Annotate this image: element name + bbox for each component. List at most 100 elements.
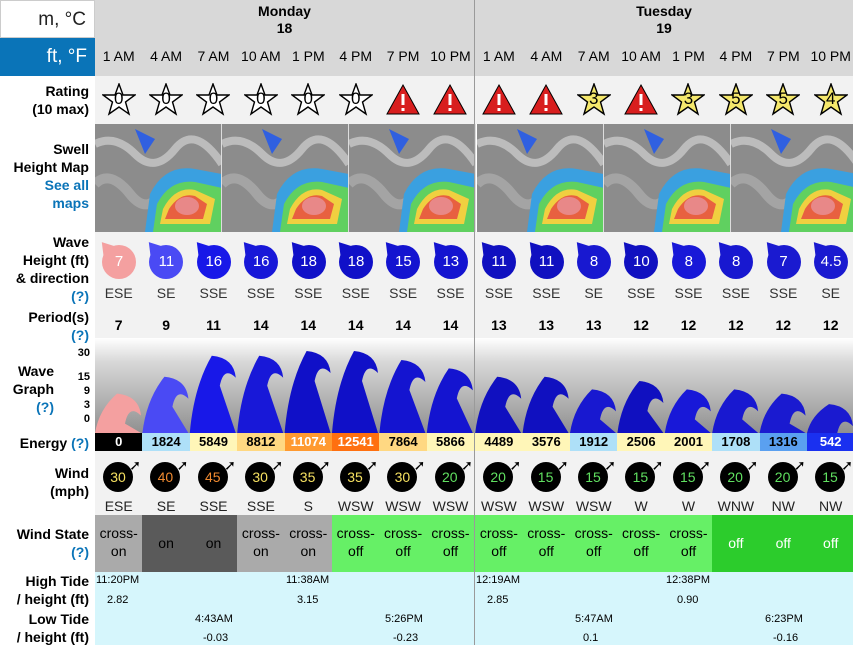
wave-graph-label-text: Wave — [17, 363, 54, 379]
see-all-maps-link[interactable]: See all — [0, 176, 89, 194]
wave-direction-label: SE — [584, 285, 604, 301]
wind-speed-badge: 45 ➚ — [197, 458, 236, 492]
wind-state-cell: on — [142, 515, 190, 572]
day-name: Tuesday — [636, 3, 692, 19]
high-tide-height: 0.90 — [677, 594, 699, 606]
wind-speed-badge: 30 ➚ — [103, 458, 141, 492]
low-tide-time: 5:47AM — [575, 613, 613, 625]
energy-value: 2506 — [617, 433, 665, 451]
wind-direction-arrow-icon: ➚ — [413, 457, 426, 473]
high-tide-height: 2.82 — [107, 594, 129, 606]
wave-height-label: Wave Height (ft) & direction (?) — [0, 233, 95, 305]
wave-graph-wave — [426, 368, 473, 433]
period-value: 13 — [538, 317, 555, 333]
rating-value: 3 — [588, 89, 599, 108]
day-header-monday: Monday 18 — [95, 0, 474, 38]
period-value: 14 — [347, 317, 364, 333]
wave-graph-wave — [189, 355, 236, 433]
wind-speed-badge: 20 ➚ — [767, 458, 806, 492]
wave-height-badge: 13 — [424, 233, 468, 279]
wind-direction-label: ESE — [104, 498, 133, 514]
wave-height-badge: 18 — [281, 233, 326, 279]
period-value: 14 — [442, 317, 459, 333]
wave-height-help-link[interactable]: (?) — [0, 287, 89, 305]
wind-direction-arrow-icon: ➚ — [509, 457, 522, 473]
wind-direction-label: WSW — [528, 498, 565, 514]
low-tide-height: -0.23 — [393, 632, 419, 644]
wind-state-cell: cross- off — [617, 515, 665, 572]
low-tide-label-text2: / height (ft) — [16, 629, 89, 645]
wave-direction-label: SSE — [484, 285, 513, 301]
wind-state-help-link[interactable]: (?) — [0, 543, 89, 561]
graph-axis-tick: 15 — [77, 371, 90, 383]
wave-graph-wave — [284, 351, 331, 433]
wave-direction-label: SSE — [627, 285, 656, 301]
rating-star-icon: 5 — [760, 83, 807, 117]
metric-units-button[interactable]: m, °C — [0, 0, 95, 38]
low-tide-label: Low Tide / height (ft) — [0, 610, 95, 646]
rating-star-icon: 0 — [332, 83, 379, 117]
wind-direction-label: W — [681, 498, 696, 514]
day-date: 19 — [656, 20, 672, 36]
wind-speed-badge: 15 ➚ — [578, 458, 616, 492]
energy-value: 4489 — [475, 433, 523, 451]
graph-axis-tick: 9 — [83, 385, 90, 397]
period-help-link[interactable]: (?) — [0, 326, 89, 344]
rating-value: 0 — [303, 89, 314, 108]
period-value: 7 — [114, 317, 123, 333]
period-value: 11 — [206, 317, 221, 333]
swell-map-thumbnail[interactable] — [349, 124, 476, 232]
time-label: 1 PM — [291, 48, 325, 64]
wave-height-label-text: Wave — [52, 234, 89, 250]
energy-help-link[interactable]: (?) — [71, 435, 89, 451]
period-label: Period(s) (?) — [0, 308, 95, 344]
period-value: 14 — [300, 317, 317, 333]
energy-value: 12541 — [332, 433, 380, 451]
swell-map-thumbnail[interactable] — [604, 124, 731, 232]
wind-direction-label: SSE — [199, 498, 228, 514]
high-tide-time: 11:38AM — [286, 574, 330, 586]
high-tide-time: 12:19AM — [476, 574, 521, 586]
swell-map-thumbnail[interactable] — [222, 124, 349, 232]
energy-value: 5849 — [189, 433, 238, 451]
wind-direction-label: WSW — [337, 498, 374, 514]
high-tide-height: 3.15 — [297, 594, 319, 606]
day-name: Monday — [258, 3, 311, 19]
energy-value: 2001 — [664, 433, 713, 451]
rating-star-icon: 3 — [570, 83, 617, 117]
high-tide-time: 12:38PM — [666, 574, 711, 586]
wind-speed-badge: 15 ➚ — [530, 458, 569, 492]
swell-map-thumbnail[interactable] — [477, 124, 604, 232]
graph-axis-tick: 0 — [83, 413, 90, 425]
wind-speed-badge: 15 ➚ — [815, 458, 853, 492]
wave-direction-label: SSE — [341, 285, 370, 301]
time-label: 10 PM — [430, 48, 471, 64]
wave-direction-label: SSE — [246, 285, 275, 301]
rating-star-icon: 3 — [665, 83, 712, 117]
time-label: 4 PM — [719, 48, 753, 64]
energy-value: 542 — [807, 433, 853, 451]
wind-state-cell: cross- on — [95, 515, 143, 572]
energy-value: 11074 — [284, 433, 332, 451]
rating-value: 3 — [683, 89, 694, 108]
period-value: 12 — [633, 317, 649, 333]
wind-direction-label: SE — [156, 498, 176, 514]
wind-direction-arrow-icon: ➚ — [699, 457, 711, 473]
graph-axis-tick: 3 — [83, 399, 90, 411]
imperial-units-button[interactable]: ft, °F — [0, 38, 95, 76]
see-all-maps-link2[interactable]: maps — [0, 194, 89, 212]
wind-direction-arrow-icon: ➚ — [176, 457, 189, 473]
wind-direction-arrow-icon: ➚ — [129, 457, 141, 473]
wind-state-cell: cross- off — [664, 515, 713, 572]
energy-value: 1912 — [570, 433, 618, 451]
day-separator — [474, 0, 475, 645]
wave-graph-help-link[interactable]: (?) — [0, 398, 54, 416]
wind-direction-arrow-icon: ➚ — [841, 457, 853, 473]
rating-star-icon: 0 — [95, 83, 142, 117]
wave-height-label-text2: Height (ft) — [22, 252, 89, 268]
wind-direction-arrow-icon: ➚ — [461, 457, 473, 473]
swell-map-thumbnail[interactable] — [731, 124, 853, 232]
swell-map-thumbnail[interactable] — [95, 124, 222, 232]
wind-state-cell: off — [759, 515, 807, 572]
period-value: 9 — [162, 317, 170, 333]
